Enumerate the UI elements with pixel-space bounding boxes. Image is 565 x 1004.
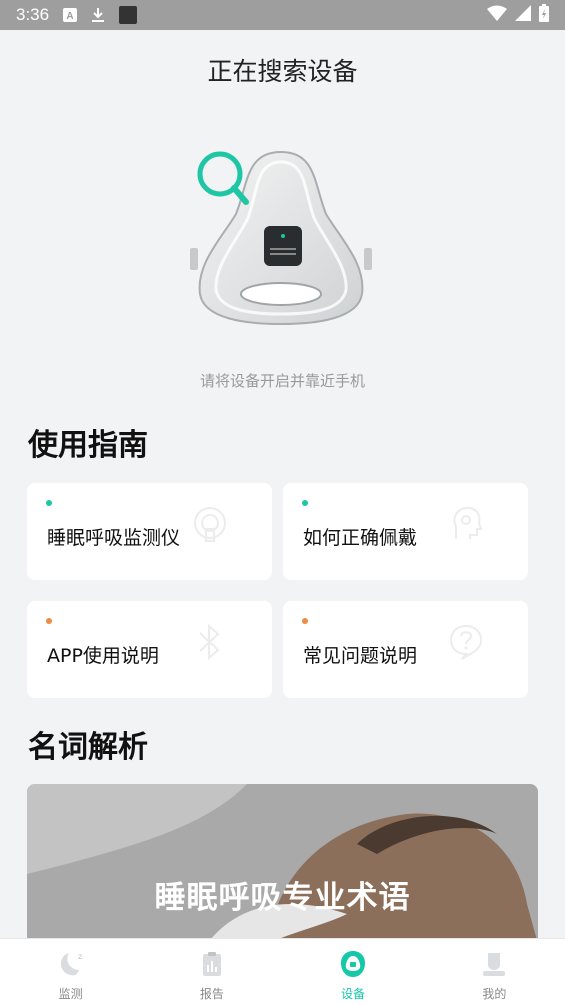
sleeping-person-image bbox=[27, 784, 538, 944]
status-time: 3:36 bbox=[16, 5, 50, 24]
guide-card-label: 如何正确佩戴 bbox=[303, 527, 418, 549]
tab-monitor[interactable]: z 监测 bbox=[0, 939, 141, 1004]
status-dot bbox=[46, 500, 52, 506]
moon-icon: z bbox=[56, 949, 86, 979]
font-icon: A bbox=[63, 8, 78, 22]
guide-card-wearing[interactable]: 如何正确佩戴 bbox=[283, 483, 528, 580]
tab-label: 报告 bbox=[199, 987, 224, 1001]
guide-card-label: APP使用说明 bbox=[47, 645, 159, 667]
device-watermark-icon bbox=[192, 505, 228, 543]
search-hint: 请将设备开启并靠近手机 bbox=[199, 372, 365, 390]
guide-card-faq[interactable]: 常见问题说明 bbox=[283, 601, 528, 698]
guide-card-label: 睡眠呼吸监测仪 bbox=[47, 527, 181, 549]
bottom-tab-bar: z 监测 报告 设备 我的 bbox=[0, 938, 565, 1004]
status-dot bbox=[302, 618, 308, 624]
question-watermark-icon bbox=[448, 623, 484, 661]
bluetooth-watermark-icon bbox=[192, 623, 228, 661]
tab-label: 设备 bbox=[341, 987, 366, 1001]
tab-device[interactable]: 设备 bbox=[283, 939, 424, 1004]
svg-text:z: z bbox=[78, 952, 82, 961]
svg-text:A: A bbox=[66, 11, 73, 22]
mask-device-illustration bbox=[186, 144, 376, 334]
guide-card-monitor[interactable]: 睡眠呼吸监测仪 bbox=[27, 483, 272, 580]
status-bar: 3:36 A bbox=[0, 0, 565, 30]
guide-card-label: 常见问题说明 bbox=[303, 645, 418, 667]
wifi-icon bbox=[487, 5, 507, 25]
app-notification-icon bbox=[119, 6, 138, 24]
glossary-section-title: 名词解析 bbox=[28, 730, 148, 765]
signal-icon bbox=[515, 5, 531, 25]
profile-icon bbox=[479, 949, 509, 979]
guide-card-app[interactable]: APP使用说明 bbox=[27, 601, 272, 698]
tab-profile[interactable]: 我的 bbox=[424, 939, 565, 1004]
report-icon bbox=[197, 949, 227, 979]
tab-report[interactable]: 报告 bbox=[141, 939, 282, 1004]
guide-section-title: 使用指南 bbox=[28, 428, 148, 463]
head-watermark-icon bbox=[448, 505, 484, 543]
status-dot bbox=[46, 618, 52, 624]
tab-label: 我的 bbox=[482, 987, 507, 1001]
glossary-banner[interactable]: 睡眠呼吸专业术语 bbox=[27, 784, 538, 944]
download-icon bbox=[91, 7, 105, 23]
battery-icon bbox=[539, 4, 549, 26]
page-title: 正在搜索设备 bbox=[207, 57, 358, 86]
tab-label: 监测 bbox=[58, 987, 83, 1001]
device-icon bbox=[338, 949, 368, 979]
status-dot bbox=[302, 500, 308, 506]
banner-title: 睡眠呼吸专业术语 bbox=[154, 880, 411, 916]
